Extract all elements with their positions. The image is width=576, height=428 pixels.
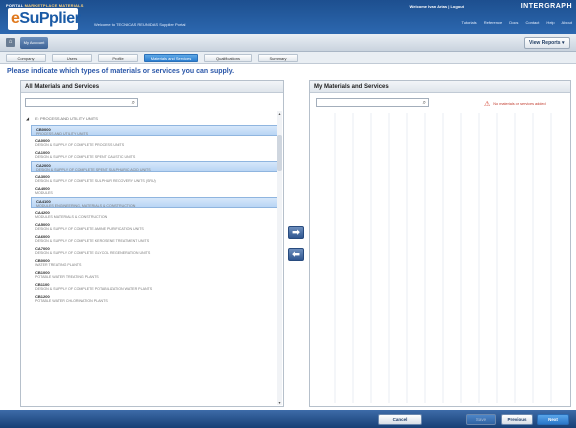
expand-triangle-icon[interactable]: ◢ <box>26 116 29 121</box>
top-banner: PORTAL MARKETPLACE MATERIALS eSuPplier W… <box>0 0 576 34</box>
scroll-thumb[interactable] <box>277 135 282 171</box>
empty-warning: ⚠ No materials or services added <box>484 100 546 108</box>
item-desc: DESIGN & SUPPLY OF COMPLETE AMINE PURIFI… <box>35 226 144 231</box>
item-desc: DESIGN & SUPPLY OF COMPLETE SPENT SULPHU… <box>36 167 151 172</box>
my-materials-list <box>318 113 566 403</box>
step-company[interactable]: Company <box>6 54 46 62</box>
item-desc: WATER TREATING PLANTS <box>35 262 82 267</box>
list-item[interactable]: CA0000 DESIGN & SUPPLY OF COMPLETE PROCES… <box>31 137 279 148</box>
item-desc: DESIGN & SUPPLY OF COMPLETE SPENT CAUSTI… <box>35 154 136 159</box>
list-item[interactable]: CB0000 WATER TREATING PLANTS <box>31 257 279 268</box>
list-item[interactable]: CA4100 MODULES ENGINEERING, MATERIALS & C… <box>31 196 279 209</box>
save-button[interactable]: Save <box>466 414 496 425</box>
tree-root-node[interactable]: ◢ E: PROCESS AND UTILITY UNITS <box>26 116 98 121</box>
search-icon[interactable]: ⌕ <box>423 99 426 107</box>
list-item[interactable]: CB1000 POTABLE WATER TREATING PLANTS <box>31 269 279 280</box>
remove-selected-button[interactable]: ⬅ <box>288 248 304 261</box>
item-desc: DESIGN & SUPPLY OF COMPLETE SULPHUR RECO… <box>35 178 156 183</box>
list-item[interactable]: CA2000 DESIGN & SUPPLY OF COMPLETE SPENT … <box>31 160 279 173</box>
account-bar: ⌂ My Account View Reports ▾ <box>0 34 576 52</box>
list-item[interactable]: CB0000 PROCESS AND UTILITY UNITS <box>31 125 279 137</box>
item-desc: DESIGN & SUPPLY OF COMPLETE KEROSENE TRE… <box>35 238 150 243</box>
tree-root-label: E: PROCESS AND UTILITY UNITS <box>35 116 98 121</box>
scroll-down-icon[interactable]: ▾ <box>277 400 282 405</box>
materials-list: CB0000 PROCESS AND UTILITY UNITS CA0000 DE… <box>31 125 279 305</box>
list-item[interactable]: CA6000 DESIGN & SUPPLY OF COMPLETE KEROSE… <box>31 233 279 244</box>
view-reports-button[interactable]: View Reports ▾ <box>524 37 570 49</box>
list-item[interactable]: CA5000 DESIGN & SUPPLY OF COMPLETE AMINE … <box>31 221 279 232</box>
item-desc: MODULES MATERIALS & CONSTRUCTION <box>35 214 108 219</box>
step-materials-services[interactable]: Materials and Services <box>144 54 198 62</box>
all-materials-title: All Materials and Services <box>21 81 283 93</box>
list-item[interactable]: CA4200 MODULES MATERIALS & CONSTRUCTION <box>31 209 279 220</box>
add-selected-button[interactable]: ➡ <box>288 226 304 239</box>
item-desc: DESIGN & SUPPLY OF COMPLETE GLYCOL REGEN… <box>35 250 151 255</box>
list-item[interactable]: CB1200 POTABLE WATER CHLORINATION PLANTS <box>31 293 279 304</box>
all-materials-panel: All Materials and Services ⌕ ◢ E: PROCESS… <box>20 80 284 407</box>
my-materials-search-input[interactable]: ⌕ <box>316 98 429 107</box>
list-item[interactable]: CA7000 DESIGN & SUPPLY OF COMPLETE GLYCOL… <box>31 245 279 256</box>
step-qualifications[interactable]: Qualifications <box>204 54 252 62</box>
list-item[interactable]: CA4000 MODULES <box>31 185 279 196</box>
my-materials-panel: My Materials and Services ⌕ ⚠ No material… <box>309 80 571 407</box>
list-item[interactable]: CA1000 DESIGN & SUPPLY OF COMPLETE SPENT … <box>31 149 279 160</box>
list-item[interactable]: CA3000 DESIGN & SUPPLY OF COMPLETE SULPHU… <box>31 173 279 184</box>
top-links[interactable]: Tutorials Reference Docs Contact Help Ab… <box>461 20 572 25</box>
next-button[interactable]: Next <box>537 414 569 425</box>
materials-scrollbar[interactable]: ▴ ▾ <box>277 111 282 405</box>
chevron-down-icon: ▾ <box>561 40 565 46</box>
warning-icon: ⚠ <box>484 101 491 108</box>
registration-steps: Company Users Profile Materials and Serv… <box>0 52 576 64</box>
user-welcome-logout[interactable]: Welcome Ivan Arias | Logout <box>410 4 464 9</box>
intergraph-logo: INTERGRAPH <box>520 3 572 10</box>
previous-button[interactable]: Previous <box>501 414 533 425</box>
item-desc: POTABLE WATER CHLORINATION PLANTS <box>35 298 108 303</box>
item-desc: POTABLE WATER TREATING PLANTS <box>35 274 99 279</box>
esupplier-logo: eSuPplier <box>8 8 81 30</box>
step-summary[interactable]: Summary <box>258 54 298 62</box>
item-desc: PROCESS AND UTILITY UNITS <box>36 132 89 136</box>
all-materials-search-input[interactable]: ⌕ <box>25 98 138 107</box>
footer-bar: Cancel Registration Save Previous Next <box>0 410 576 428</box>
cancel-registration-button[interactable]: Cancel Registration <box>378 414 422 428</box>
item-desc: MODULES <box>35 190 53 195</box>
list-item[interactable]: CB1100 DESIGN & SUPPLY OF COMPLETE POTABI… <box>31 281 279 292</box>
home-icon[interactable]: ⌂ <box>6 38 15 47</box>
portal-welcome-text: Welcome to TECNICAS REUNIDAS Supplier Po… <box>94 22 186 27</box>
step-users[interactable]: Users <box>52 54 92 62</box>
step-profile[interactable]: Profile <box>98 54 138 62</box>
view-reports-label: View Reports <box>529 40 561 46</box>
search-icon[interactable]: ⌕ <box>132 99 135 107</box>
warning-text: No materials or services added <box>493 102 546 106</box>
item-desc: DESIGN & SUPPLY OF COMPLETE PROCESS UNIT… <box>35 142 125 147</box>
my-account-tab[interactable]: My Account <box>20 37 48 49</box>
item-desc: MODULES ENGINEERING, MATERIALS & CONSTRU… <box>36 203 136 208</box>
page-question: Please indicate which types of materials… <box>7 68 235 75</box>
my-materials-title: My Materials and Services <box>310 81 570 93</box>
item-desc: DESIGN & SUPPLY OF COMPLETE POTABILIZATI… <box>35 286 153 291</box>
scroll-up-icon[interactable]: ▴ <box>277 111 282 116</box>
